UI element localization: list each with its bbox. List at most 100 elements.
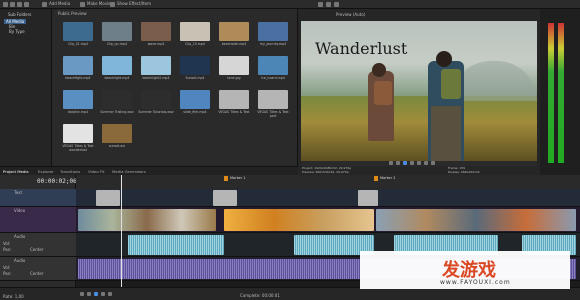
play-from-start-icon[interactable] — [396, 161, 400, 165]
add-media-button[interactable]: Add Media — [49, 1, 70, 6]
media-thumbnail[interactable] — [141, 56, 171, 75]
track-name: Text — [14, 190, 23, 195]
media-label: VEGAS Titles & Text wanderlust — [62, 144, 94, 152]
media-thumbnail[interactable] — [102, 124, 132, 143]
text-clip[interactable] — [358, 190, 378, 206]
track-header-audio-1[interactable]: Audio Vol: Pan: Center — [0, 233, 76, 257]
pan-label: Pan: — [3, 271, 12, 276]
lane-video[interactable] — [76, 207, 580, 233]
tab-project-media[interactable]: Project Media — [3, 169, 29, 174]
properties-icon[interactable] — [318, 2, 323, 7]
media-thumbnail[interactable] — [180, 22, 210, 41]
next-frame-icon[interactable] — [431, 161, 435, 165]
tree-item-by-type[interactable]: By Type — [9, 29, 25, 34]
media-thumbnail[interactable] — [180, 56, 210, 75]
media-thumbnail[interactable] — [141, 90, 171, 109]
marker-2-label: Marker 2 — [380, 176, 396, 180]
media-thumbnail[interactable] — [141, 22, 171, 41]
folder-tree-panel: Sub Folders All Media Bin By Type — [0, 9, 52, 166]
media-label: Summer Trailing.wav — [100, 110, 134, 114]
media-thumbnail[interactable] — [180, 90, 210, 109]
tab-explorer[interactable]: Explorer — [38, 169, 54, 174]
grid-icon[interactable] — [326, 2, 331, 7]
record-icon[interactable] — [80, 292, 84, 296]
media-thumbnail[interactable] — [219, 56, 249, 75]
tab-transitions[interactable]: Transitions — [60, 169, 80, 174]
pan-value: Center — [30, 247, 44, 252]
loop-icon[interactable] — [87, 292, 91, 296]
track-headers: 00:00:02;06 Text Video Audio Vol: Pan: C… — [0, 175, 77, 287]
prev-frame-icon[interactable] — [424, 161, 428, 165]
tab-media-generators[interactable]: Media Generators — [112, 169, 146, 174]
lane-text[interactable] — [76, 189, 580, 207]
text-clip[interactable] — [213, 190, 237, 206]
media-label: beachlight2.mp4 — [142, 76, 170, 80]
make-movie-button[interactable]: Make Movie — [87, 1, 111, 6]
media-label: tone.jpg — [227, 76, 241, 80]
audio-meters — [540, 9, 580, 175]
tab-video-fx[interactable]: Video FX — [88, 169, 105, 174]
media-thumbnail[interactable] — [219, 90, 249, 109]
save-icon[interactable] — [17, 2, 22, 7]
media-thumbnail[interactable] — [63, 22, 93, 41]
snapshot-icon[interactable] — [334, 2, 339, 7]
make-movie-icon[interactable] — [80, 2, 85, 7]
stop-icon[interactable] — [417, 161, 421, 165]
effects-icon[interactable] — [110, 2, 115, 7]
preview-mode-label[interactable]: Preview (Auto) — [336, 12, 365, 17]
media-header: Public Preview — [58, 11, 87, 16]
media-thumbnail[interactable] — [63, 124, 93, 143]
marker-1-flag[interactable] — [224, 176, 228, 181]
meter-left — [548, 23, 554, 163]
add-media-icon[interactable] — [42, 2, 47, 7]
marker-2-flag[interactable] — [374, 176, 378, 181]
settings-icon[interactable] — [24, 2, 29, 7]
media-label: wave.mp4 — [147, 42, 165, 46]
pause-icon[interactable] — [410, 161, 414, 165]
audio-clip[interactable] — [128, 235, 224, 255]
playhead[interactable] — [121, 175, 122, 287]
media-thumbnail[interactable] — [63, 90, 93, 109]
preview-frame: Wanderlust — [301, 21, 537, 161]
stop-icon[interactable] — [108, 292, 112, 296]
show-effect-button[interactable]: Show Effect/Item — [117, 1, 151, 6]
media-label: beachfight.mp4 — [65, 76, 91, 80]
play-icon[interactable] — [94, 292, 98, 296]
video-preview-panel: Preview (Auto) Wanderlust Project: 1920x… — [298, 9, 540, 175]
pause-icon[interactable] — [101, 292, 105, 296]
time-ruler[interactable]: Marker 1 Marker 2 — [76, 175, 580, 189]
media-thumbnail[interactable] — [258, 22, 288, 41]
media-thumbnail[interactable] — [258, 56, 288, 75]
media-thumbnail[interactable] — [102, 90, 132, 109]
media-thumbnail[interactable] — [63, 56, 93, 75]
video-clip[interactable] — [78, 209, 216, 231]
media-label: Clip_10.mp4 — [185, 42, 205, 46]
media-label: beachside.mp4 — [221, 42, 247, 46]
media-label: slide_film.mp4 — [183, 110, 207, 114]
track-name: Video — [14, 208, 26, 213]
play-icon[interactable] — [403, 161, 407, 165]
video-clip[interactable] — [376, 209, 576, 231]
media-thumbnail[interactable] — [258, 90, 288, 109]
media-thumbnail[interactable] — [219, 22, 249, 41]
media-thumbnail[interactable] — [102, 22, 132, 41]
display-info: Display: 466x262x32 — [448, 170, 480, 174]
marker-1-label: Marker 1 — [230, 176, 246, 180]
track-header-video[interactable]: Video — [0, 207, 76, 233]
media-thumbnail[interactable] — [102, 56, 132, 75]
new-project-icon[interactable] — [3, 2, 8, 7]
track-header-audio-2[interactable]: Audio Vol: Pan: Center — [0, 257, 76, 281]
media-label: sunset.avi — [108, 144, 126, 148]
video-clip[interactable] — [224, 209, 374, 231]
watermark-url: www.FAYOUXI.com — [440, 279, 511, 286]
meter-right — [558, 23, 564, 163]
loop-icon[interactable] — [389, 161, 393, 165]
media-label: dolphin.mp4 — [68, 110, 88, 114]
preview-info: Preview: 960x540x32, 29.970p — [302, 170, 349, 174]
project-media-panel: Public Preview Clip_01.mp4 Clip_lyc.mp4 wa… — [52, 9, 298, 166]
track-header-text[interactable]: Text — [0, 189, 76, 207]
text-clip[interactable] — [96, 190, 120, 206]
vol-label: Vol: — [3, 265, 11, 270]
tree-header: Sub Folders — [8, 12, 32, 17]
open-icon[interactable] — [10, 2, 15, 7]
